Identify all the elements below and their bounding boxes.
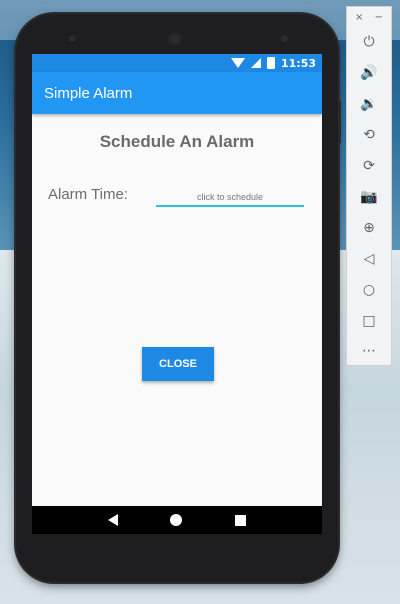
home-icon[interactable]: ○: [347, 279, 391, 301]
emulator-toolbar: × − ⏻ 🔊 🔉 ⟲ ⟳ 📷 ⊕ ◁ ○ □ ⋯: [346, 6, 392, 366]
zoom-icon[interactable]: ⊕: [347, 217, 391, 239]
volume-down-icon[interactable]: 🔉: [347, 93, 391, 115]
back-icon[interactable]: ◁: [347, 248, 391, 270]
navigation-bar: [32, 506, 322, 534]
minimize-window-icon[interactable]: −: [375, 12, 383, 23]
front-camera: [69, 35, 76, 42]
home-icon[interactable]: [170, 514, 183, 526]
phone-frame: 11:53 Simple Alarm Schedule An Alarm Ala…: [16, 14, 341, 582]
battery-icon: [266, 57, 275, 69]
main-content: Schedule An Alarm Alarm Time: CLOSE: [32, 114, 322, 506]
close-button[interactable]: CLOSE: [142, 347, 214, 381]
sensor: [281, 35, 288, 42]
power-icon[interactable]: ⏻: [347, 31, 391, 53]
alarm-time-input[interactable]: [156, 189, 304, 207]
back-icon[interactable]: [108, 514, 119, 526]
device-screen: 11:53 Simple Alarm Schedule An Alarm Ala…: [32, 54, 322, 534]
alarm-time-label: Alarm Time:: [48, 186, 129, 203]
volume-up-icon[interactable]: 🔊: [347, 62, 391, 84]
cell-signal-icon: [250, 58, 261, 68]
page-title: Schedule An Alarm: [99, 132, 255, 151]
app-bar: Simple Alarm: [32, 72, 322, 114]
overview-icon[interactable]: □: [347, 310, 391, 332]
status-time: 11:53: [280, 56, 316, 70]
close-window-icon[interactable]: ×: [355, 12, 363, 23]
side-button: [338, 100, 341, 144]
app-title: Simple Alarm: [44, 84, 133, 102]
earpiece-speaker: [168, 32, 182, 46]
camera-icon[interactable]: 📷: [347, 186, 391, 208]
wifi-icon: [230, 58, 245, 68]
rotate-right-icon[interactable]: ⟳: [347, 155, 391, 177]
recent-apps-icon[interactable]: [234, 514, 246, 526]
rotate-left-icon[interactable]: ⟲: [347, 124, 391, 146]
status-bar: 11:53: [32, 54, 322, 72]
more-icon[interactable]: ⋯: [347, 340, 391, 362]
